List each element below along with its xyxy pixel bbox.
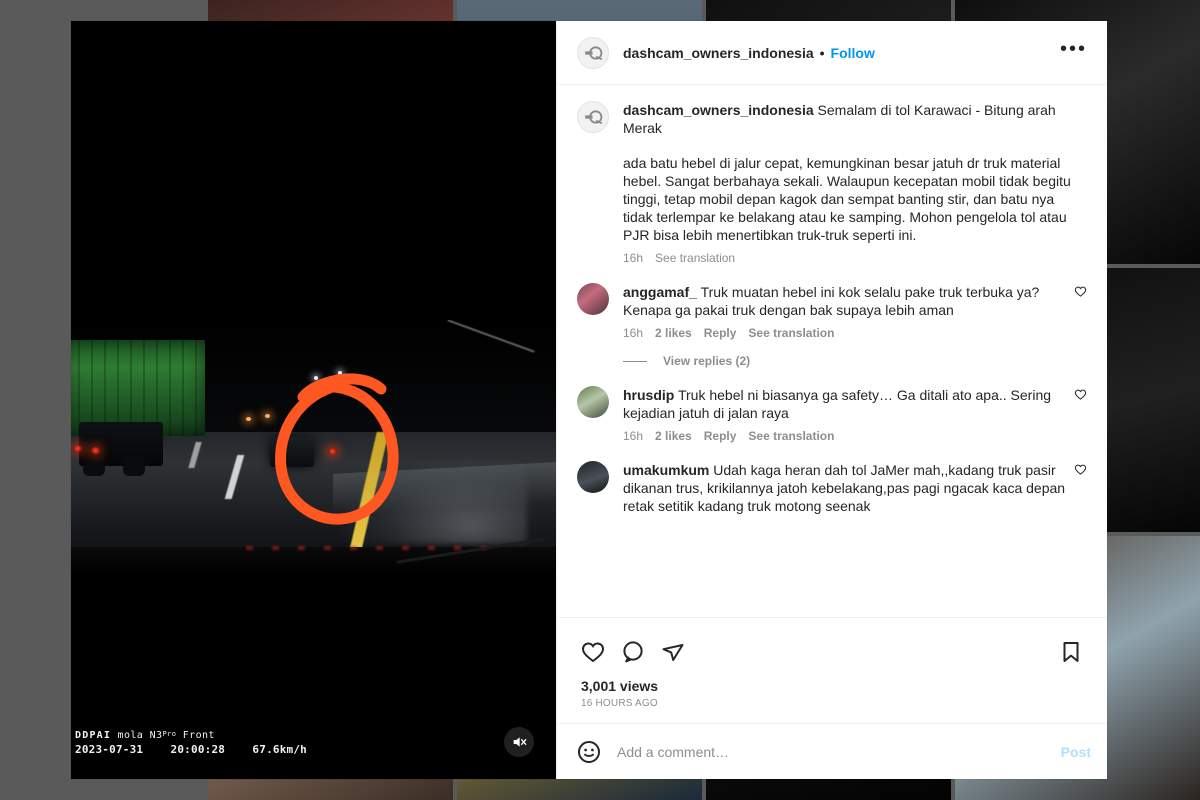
view-replies-line [623,360,647,362]
comment-timestamp: 16h [623,326,644,340]
share-paper-plane-icon [662,644,684,661]
comment-author-username[interactable]: hrusdip [623,387,674,403]
dashcam-model-label: mola N3 [117,730,163,741]
dashcam-logo-icon [585,110,603,124]
add-comment-bar: Post [557,723,1107,779]
vehicle-ahead-taillight [328,447,338,455]
post-timestamp: 16 HOURS AGO [581,698,658,709]
share-button[interactable] [653,632,693,672]
dashcam-time: 20:00:28 [170,743,226,756]
car-dashboard [71,546,556,575]
dashcam-logo-icon [585,45,603,60]
dashcam-video-frame [71,320,556,575]
comment-input[interactable] [617,743,1051,760]
avatar[interactable] [577,101,609,133]
comment-reply-button[interactable]: Reply [704,326,737,340]
comments-scroll-area[interactable]: dashcam_owners_indonesia Semalam di tol … [557,85,1107,617]
comment-bubble-icon [623,641,643,663]
heart-icon [1074,389,1087,400]
dashcam-channel-label: Front [182,730,215,741]
comment-like-button[interactable] [1067,461,1087,515]
speaker-muted-icon [513,737,527,747]
dashcam-model-suffix: Pro [162,730,177,738]
distant-vehicle-light [245,416,251,421]
view-replies-row[interactable]: View replies (2) [623,354,1087,368]
post-details-panel: dashcam_owners_indonesia • Follow ••• da… [556,21,1107,779]
post-action-bar: 3,001 views 16 HOURS AGO [557,617,1107,723]
dashcam-timestamp-overlay: 2023-07-31 20:00:28 67.6km/h [75,743,307,756]
dashcam-model-overlay: DDPAI mola N3Pro Front [75,730,215,741]
caption-author-username[interactable]: dashcam_owners_indonesia [623,102,814,118]
comment-reply-button[interactable]: Reply [704,429,737,443]
dashboard-reflection [245,545,498,550]
comment-text: Truk hebel ni biasanya ga safety… Ga dit… [623,387,1052,421]
comment-see-translation[interactable]: See translation [748,326,834,340]
comment-see-translation[interactable]: See translation [748,429,834,443]
emoji-smiley-icon [578,740,600,763]
caption-timestamp: 16h [623,251,644,265]
distant-streetlight [337,371,342,375]
more-options-button[interactable]: ••• [1056,39,1091,62]
view-replies-label[interactable]: View replies (2) [663,354,750,368]
post-caption: dashcam_owners_indonesia Semalam di tol … [577,101,1087,265]
post-modal-dialog: DDPAI mola N3Pro Front 2023-07-31 20:00:… [71,21,1107,779]
post-author-username[interactable]: dashcam_owners_indonesia [623,45,814,61]
list-item: umakumkum Udah kaga heran dah tol JaMer … [577,461,1087,515]
avatar[interactable] [577,36,609,69]
heart-icon [581,642,605,663]
comment-button[interactable] [613,632,653,672]
avatar[interactable] [577,283,609,315]
post-video-player[interactable]: DDPAI mola N3Pro Front 2023-07-31 20:00:… [71,21,556,779]
dashcam-date: 2023-07-31 [75,743,144,756]
heart-icon [1074,286,1087,297]
bookmark-icon [1063,642,1079,662]
comment-likes-count[interactable]: 2 likes [655,429,692,443]
dashcam-speed: 67.6km/h [252,743,308,756]
comment-like-button[interactable] [1067,386,1087,443]
comment-timestamp: 16h [623,429,644,443]
caption-see-translation[interactable]: See translation [655,251,735,265]
follow-button[interactable]: Follow [831,45,875,61]
green-cargo-truck [71,338,221,488]
avatar[interactable] [577,386,609,418]
like-button[interactable] [573,632,613,672]
vehicle-ahead [269,437,314,468]
comment-author-username[interactable]: anggamaf_ [623,284,697,300]
views-count: 3,001 views [581,678,659,694]
avatar[interactable] [577,461,609,493]
caption-body-text: ada batu hebel di jalur cepat, kemungkin… [623,155,1071,243]
comment-author-username[interactable]: umakumkum [623,462,709,478]
dashcam-brand-label: DDPAI [75,730,112,741]
save-button[interactable] [1051,632,1091,672]
comment-likes-count[interactable]: 2 likes [655,326,692,340]
heart-icon [1074,464,1087,475]
post-header: dashcam_owners_indonesia • Follow ••• [557,21,1107,85]
emoji-picker-button[interactable] [573,736,605,768]
mute-toggle-button[interactable] [504,727,534,757]
distant-streetlight [313,376,318,381]
separator-dot: • [819,44,825,61]
list-item: anggamaf_ Truk muatan hebel ini kok sela… [577,283,1087,340]
post-comment-button[interactable]: Post [1051,744,1091,760]
comment-like-button[interactable] [1067,283,1087,340]
list-item: hrusdip Truk hebel ni biasanya ga safety… [577,386,1087,443]
